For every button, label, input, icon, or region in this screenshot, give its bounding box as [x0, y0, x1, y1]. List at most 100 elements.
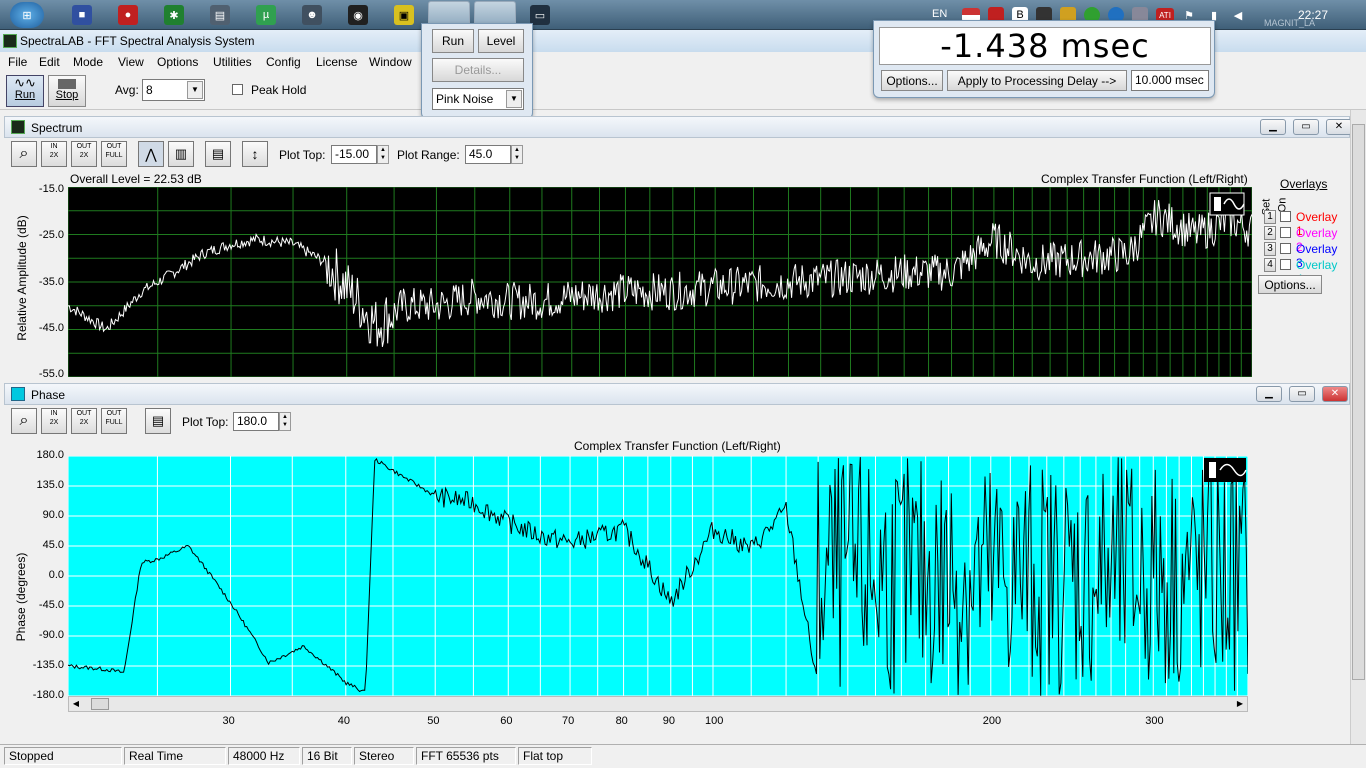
status-mode: Real Time: [124, 747, 226, 765]
menu-file[interactable]: File: [8, 55, 27, 69]
zoom-out-full-icon[interactable]: OUT FULL: [101, 141, 127, 167]
overlay-2-set-button[interactable]: 2: [1264, 226, 1276, 240]
phase-close-button[interactable]: ✕: [1322, 386, 1348, 402]
avg-select[interactable]: 8 ▼: [142, 79, 205, 101]
phase-minimize-button[interactable]: ▁: [1256, 386, 1282, 402]
spectrum-maximize-button[interactable]: ▭: [1293, 119, 1319, 135]
zoom-out-2x-icon[interactable]: OUT 2X: [71, 141, 97, 167]
generator-type-select[interactable]: Pink Noise ▼: [432, 88, 524, 110]
overlay-1-set-button[interactable]: 1: [1264, 210, 1276, 224]
phase-plot-top-label: Plot Top:: [182, 415, 229, 429]
phase-ytick: 45.0: [42, 539, 64, 551]
utorrent-icon[interactable]: µ: [256, 5, 276, 25]
phase-ytick: 135.0: [36, 479, 64, 491]
delay-panel: -1.438 msec Options... Apply to Processi…: [873, 20, 1215, 98]
overlay-3-checkbox[interactable]: [1280, 243, 1291, 254]
spectrum-plot-top-spinner[interactable]: ▲ ▼: [377, 145, 389, 164]
spectrum-plot-range-field[interactable]: 45.0: [465, 145, 511, 164]
status-sample-rate: 48000 Hz: [228, 747, 300, 765]
delay-value-field[interactable]: 10.000 msec: [1131, 70, 1209, 91]
app-green-icon[interactable]: ✱: [164, 5, 184, 25]
generator-level-button[interactable]: Level: [478, 29, 524, 53]
menu-config[interactable]: Config: [266, 55, 301, 69]
spectrum-plot-area: Overall Level = 22.53 dB Complex Transfe…: [4, 171, 1350, 377]
stop-button[interactable]: Stop: [48, 75, 86, 107]
run-button[interactable]: ∿∿ Run: [6, 75, 44, 107]
stop-icon: [58, 79, 76, 89]
menu-options[interactable]: Options: [157, 55, 198, 69]
sine-indicator-bar: [1214, 197, 1221, 211]
horizontal-scrollbar[interactable]: ◀ ▶: [68, 696, 1248, 712]
zoom-in-2x-icon[interactable]: IN 2X: [41, 408, 67, 434]
zoom-out-full-icon[interactable]: OUT FULL: [101, 408, 127, 434]
apply-delay-button[interactable]: Apply to Processing Delay -->: [947, 70, 1127, 91]
start-orb-icon[interactable]: ⊞: [10, 2, 44, 28]
phase-xtick: 100: [704, 715, 724, 727]
window-title: SpectraLAB - FFT Spectral Analysis Syste…: [20, 34, 255, 48]
generator-run-button[interactable]: Run: [432, 29, 474, 53]
menu-mode[interactable]: Mode: [73, 55, 103, 69]
speaker-app-icon[interactable]: ◉: [348, 5, 368, 25]
vertical-scrollbar[interactable]: [1350, 110, 1366, 744]
zoom-in-2x-icon[interactable]: IN 2X: [41, 141, 67, 167]
overlay-2-checkbox[interactable]: [1280, 227, 1291, 238]
zoom-icon[interactable]: ⌕: [11, 408, 37, 434]
overlay-3-set-button[interactable]: 3: [1264, 242, 1276, 256]
avg-label: Avg:: [115, 83, 139, 97]
volume-icon[interactable]: ◀: [1230, 7, 1246, 23]
phase-chart[interactable]: [68, 456, 1248, 696]
menu-edit[interactable]: Edit: [39, 55, 60, 69]
spectrum-minimize-button[interactable]: ▁: [1260, 119, 1286, 135]
scroll-left-icon[interactable]: ◀: [69, 697, 83, 711]
peak-hold-checkbox[interactable]: [232, 84, 243, 95]
overlay-4-checkbox[interactable]: [1280, 259, 1291, 270]
alien-icon[interactable]: ☻: [302, 5, 322, 25]
phase-plot-top-field[interactable]: 180.0: [233, 412, 279, 431]
bar-plot-icon[interactable]: ▥: [168, 141, 194, 167]
line-plot-icon[interactable]: ⋀: [138, 141, 164, 167]
spectrum-ytick: -25.0: [38, 229, 64, 241]
spectrum-plot-range-spinner[interactable]: ▲ ▼: [511, 145, 523, 164]
spectrum-icon: [11, 120, 25, 134]
properties-icon[interactable]: ▤: [145, 408, 171, 434]
zoom-icon[interactable]: ⌕: [11, 141, 37, 167]
scroll-thumb[interactable]: [91, 698, 109, 710]
media-icon[interactable]: ▤: [210, 5, 230, 25]
autoscale-icon[interactable]: ↕: [242, 141, 268, 167]
app-red-icon[interactable]: ●: [118, 5, 138, 25]
monitor-icon[interactable]: ▭: [530, 5, 550, 25]
zoom-out-2x-icon[interactable]: OUT 2X: [71, 408, 97, 434]
language-indicator[interactable]: EN: [932, 8, 947, 20]
waveform-icon: ∿∿: [14, 75, 36, 90]
plot-range-label: Plot Range:: [397, 148, 460, 162]
generator-details-button[interactable]: Details...: [432, 58, 524, 82]
menu-view[interactable]: View: [118, 55, 144, 69]
status-window: Flat top: [518, 747, 592, 765]
spectrum-plot-top-field[interactable]: -15.00: [331, 145, 377, 164]
properties-icon[interactable]: ▤: [205, 141, 231, 167]
phase-chart-title: Complex Transfer Function (Left/Right): [574, 439, 781, 453]
notes-icon[interactable]: ▣: [394, 5, 414, 25]
sine-indicator-bar: [1209, 462, 1216, 478]
spectrum-chart[interactable]: [68, 187, 1252, 377]
phase-plot-top-spinner[interactable]: ▲ ▼: [279, 412, 291, 431]
spectrum-close-button[interactable]: ✕: [1326, 119, 1352, 135]
floppy-icon[interactable]: ■: [72, 5, 92, 25]
phase-ytick: 90.0: [42, 509, 64, 521]
spectrum-ytick: -55.0: [38, 368, 64, 377]
overlays-options-button[interactable]: Options...: [1258, 275, 1322, 294]
phase-xtick: 200: [982, 715, 1002, 727]
overlay-4-set-button[interactable]: 4: [1264, 258, 1276, 272]
overlay-1-checkbox[interactable]: [1280, 211, 1291, 222]
menu-window[interactable]: Window: [369, 55, 412, 69]
delay-options-button[interactable]: Options...: [881, 70, 943, 91]
phase-maximize-button[interactable]: ▭: [1289, 386, 1315, 402]
phase-ytick: -135.0: [32, 659, 64, 671]
phase-xtick: 50: [427, 715, 440, 727]
scroll-right-icon[interactable]: ▶: [1233, 697, 1247, 711]
overlays-title[interactable]: Overlays: [1280, 177, 1327, 191]
vertical-scroll-thumb[interactable]: [1352, 124, 1365, 680]
menu-license[interactable]: License: [316, 55, 357, 69]
menu-utilities[interactable]: Utilities: [213, 55, 252, 69]
phase-xtick: 60: [500, 715, 513, 727]
